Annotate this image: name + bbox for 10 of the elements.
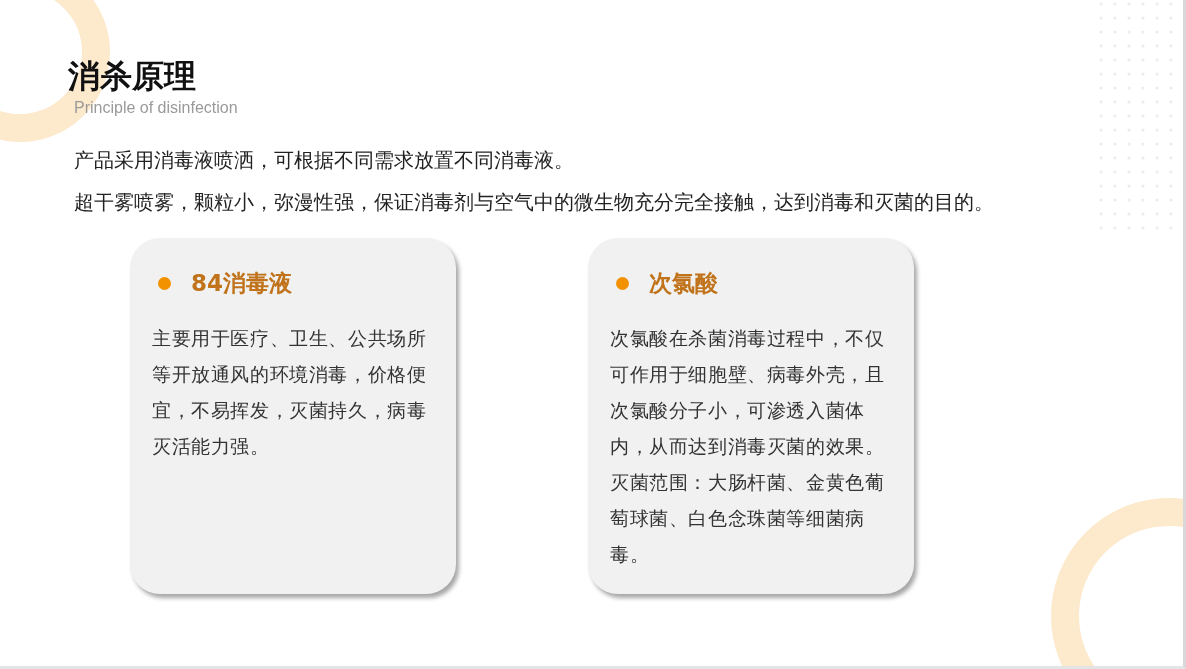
- card-title: 次氯酸: [649, 269, 718, 298]
- slide-title: 消杀原理: [68, 56, 197, 97]
- slide-subtitle: Principle of disinfection: [74, 98, 239, 118]
- intro-text: 产品采用消毒液喷洒，可根据不同需求放置不同消毒液。: [74, 147, 575, 174]
- bullet-icon: [616, 277, 629, 290]
- card-text: 主要用于医疗、卫生、公共场所等开放通风的环境消毒，价格便宜，不易挥发，灭菌持久，病毒灭活能力强。: [152, 327, 428, 459]
- card-title: 84消毒液: [191, 269, 292, 298]
- bullet-icon: [158, 277, 171, 290]
- intro-text: 超干雾喷雾，颗粒小，弥漫性强，保证消毒剂与空气中的微生物充分完全接触，达到消毒和灭菌的目的。: [74, 189, 995, 216]
- card-text: 次氯酸在杀菌消毒过程中，不仅可作用于细胞壁、病毒外壳，且次氯酸分子小，可渗透入菌体内，从而达到消毒灭菌的效果。灭菌范围：大肠杆菌、金黄色葡萄球菌、白色念珠菌等细菌病毒。: [610, 327, 886, 567]
